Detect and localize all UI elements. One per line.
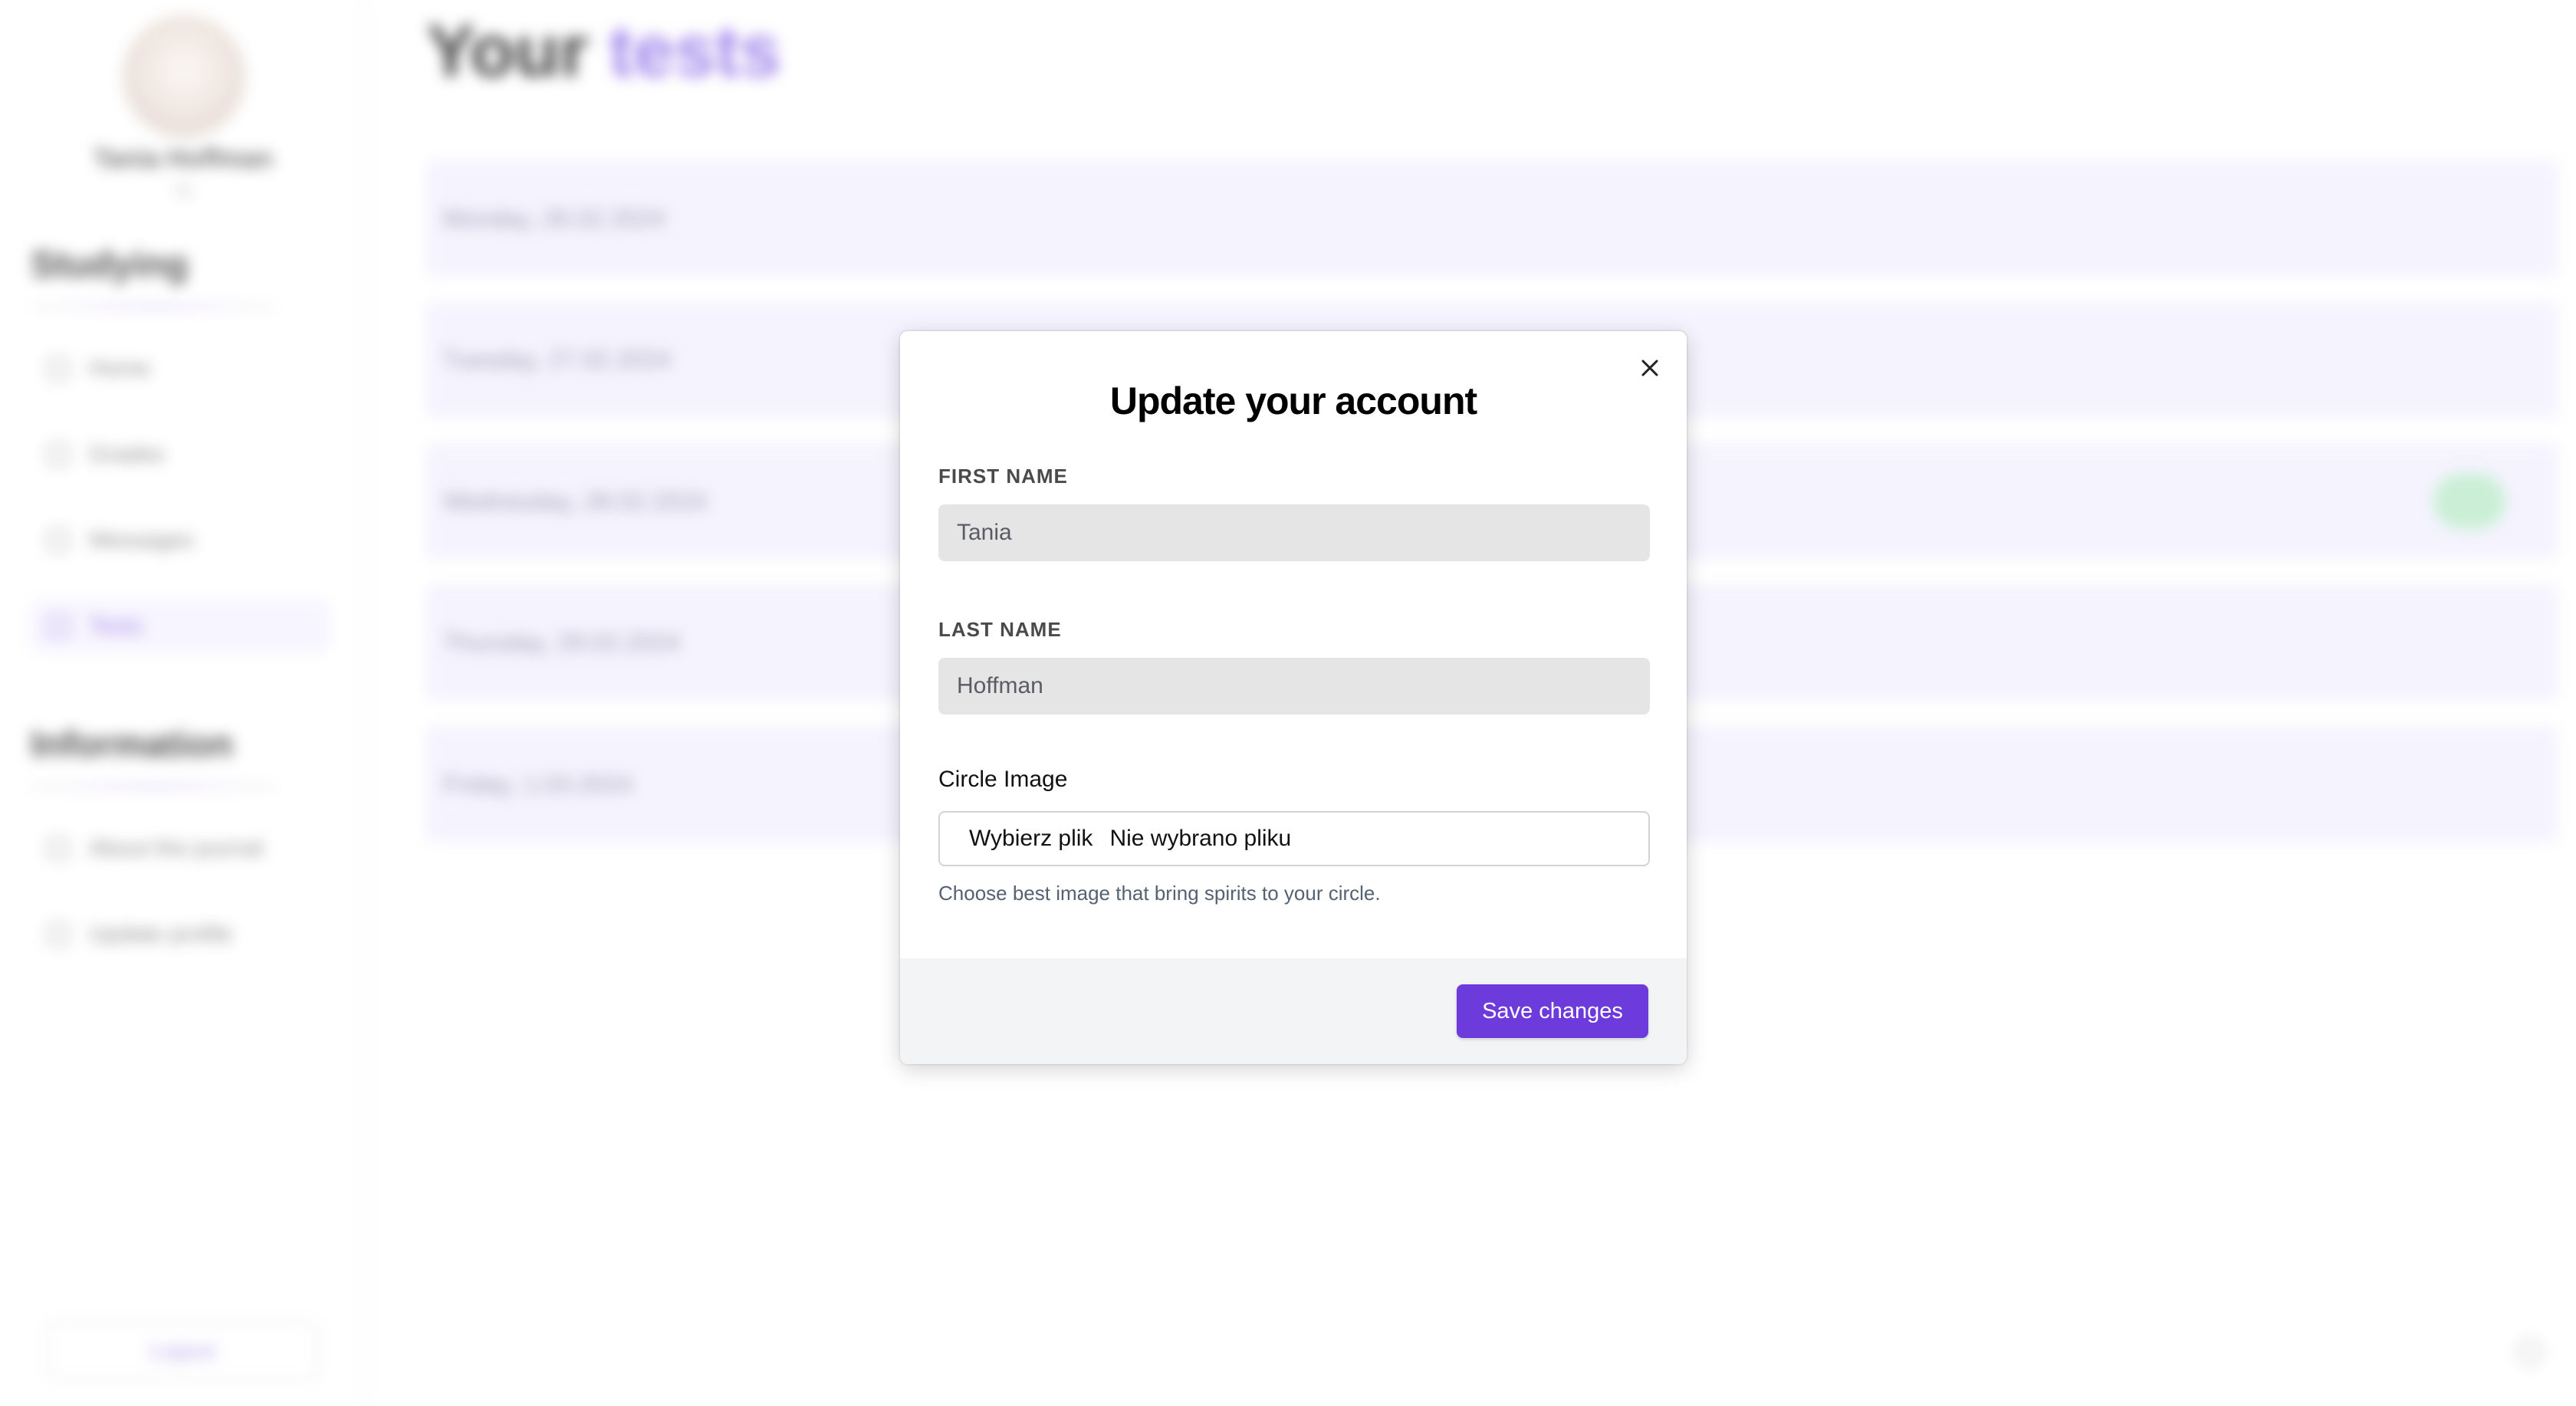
circle-image-file-input[interactable]: Wybierz plik Nie wybrano pliku — [938, 811, 1650, 866]
save-changes-button[interactable]: Save changes — [1457, 984, 1648, 1038]
modal-title: Update your account — [1109, 379, 1477, 422]
first-name-field[interactable] — [938, 504, 1650, 561]
file-status: Nie wybrano pliku — [1109, 826, 1292, 851]
circle-image-help-text: Choose best image that bring spirits to … — [938, 882, 1381, 905]
choose-file-button[interactable]: Wybierz plik — [969, 826, 1092, 852]
circle-image-label: Circle Image — [938, 767, 1068, 792]
first-name-label: FIRST NAME — [938, 465, 1068, 488]
last-name-label: LAST NAME — [938, 618, 1062, 641]
close-icon — [1641, 360, 1658, 376]
update-account-modal: Update your account FIRST NAME LAST NAME… — [900, 331, 1687, 1064]
last-name-field[interactable] — [938, 658, 1650, 714]
